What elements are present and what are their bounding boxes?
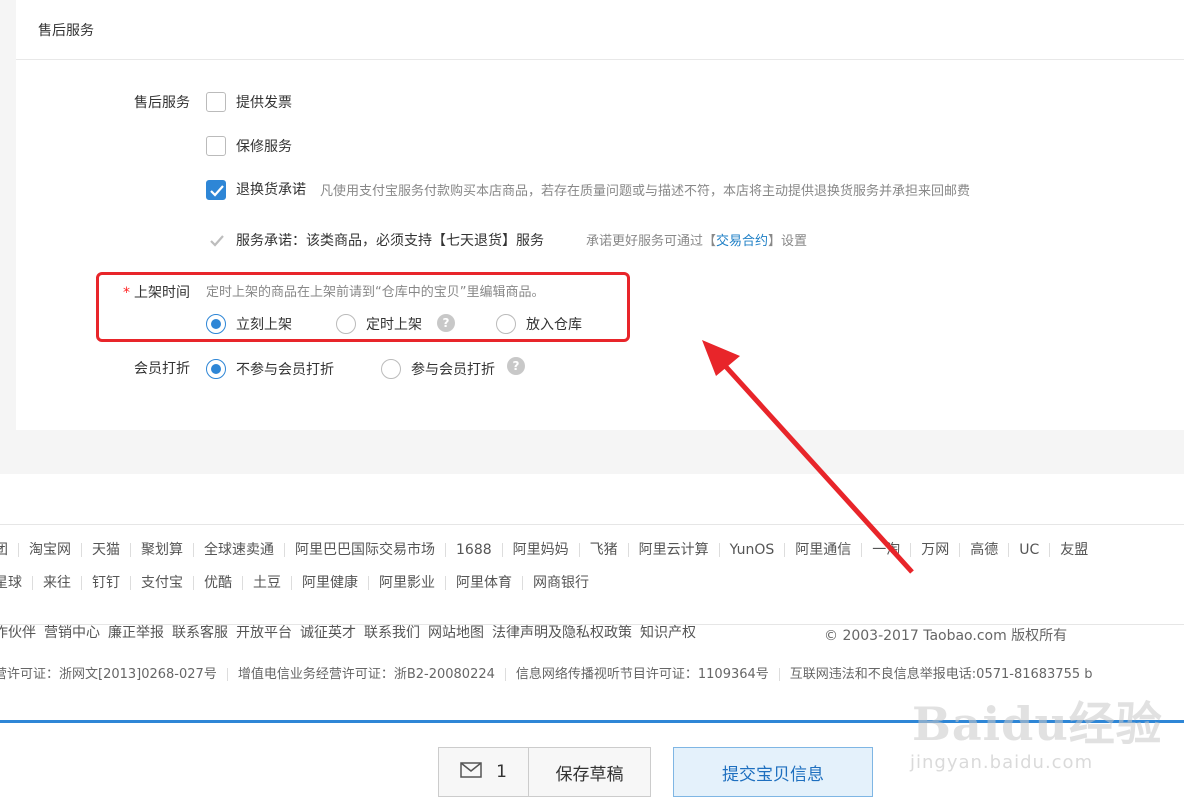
footer-divider (0, 524, 1184, 525)
baidu-watermark: Baidu经验 jingyan.baidu.com (904, 680, 1164, 790)
footer-link[interactable]: 阿里健康 (292, 576, 369, 590)
card-title: 售后服务 (38, 23, 94, 39)
footer-link[interactable]: 支付宝 (131, 576, 194, 590)
list-now-label: 立刻上架 (236, 317, 292, 333)
footer-link[interactable]: 淘宝网 (19, 543, 82, 557)
check-icon (210, 235, 224, 247)
service-promise-desc: 承诺更好服务可通过【交易合约】设置 (586, 230, 807, 249)
footer-link[interactable]: 知识产权 (636, 626, 700, 640)
service-promise-checkbox (206, 230, 226, 250)
mail-icon (460, 761, 482, 783)
radio-warehouse[interactable] (496, 314, 516, 334)
footer-link[interactable]: YunOS (720, 543, 786, 557)
footer-link[interactable]: 阿里云计算 (629, 543, 720, 557)
footer-link[interactable]: 廉正举报 (104, 626, 168, 640)
footer-link[interactable]: 阿里妈妈 (503, 543, 580, 557)
footer-link[interactable]: 团 (0, 543, 19, 557)
footer-link[interactable]: UC (1009, 543, 1051, 557)
footer-link[interactable]: 阿里影业 (369, 576, 446, 590)
footer-link[interactable]: 1688 (446, 543, 503, 557)
no-discount-label: 不参与会员打折 (236, 362, 334, 378)
warehouse-label: 放入仓库 (526, 317, 582, 333)
help-icon[interactable]: ? (507, 357, 525, 375)
license-text: 增值电信业务经营许可证：浙B2-20080224 (228, 668, 506, 681)
return-promise-label: 退换货承诺 (236, 182, 306, 198)
watermark-url: jingyan.baidu.com (910, 752, 1094, 773)
service-promise-label: 服务承诺：该类商品，必须支持【七天退货】服务 (236, 233, 544, 249)
footer-link[interactable]: 阿里体育 (446, 576, 523, 590)
listing-time-label-text: 上架时间 (134, 285, 190, 301)
footer-links-row-3: 作伙伴 营销中心 廉正举报 联系客服 开放平台 诚征英才 联系我们 网站地图 法… (0, 626, 700, 640)
radio-scheduled[interactable] (336, 314, 356, 334)
warranty-checkbox[interactable] (206, 136, 226, 156)
footer-link[interactable]: 一淘 (862, 543, 912, 557)
copyright: © 2003-2017 Taobao.com 版权所有 (824, 628, 1068, 644)
footer-link[interactable]: 天猫 (82, 543, 131, 557)
return-promise-desc: 凡使用支付宝服务付款购买本店商品，若存在质量问题或与描述不符，本店将主动提供退换… (320, 184, 971, 199)
footer-link[interactable]: 开放平台 (232, 626, 296, 640)
discount-label: 参与会员打折 (411, 362, 495, 378)
footer-link[interactable]: 高德 (960, 543, 1010, 557)
footer-link[interactable]: 土豆 (243, 576, 292, 590)
submit-button[interactable]: 提交宝贝信息 (673, 747, 873, 797)
card-header: 售后服务 (16, 0, 1184, 60)
radio-discount[interactable] (381, 359, 401, 379)
footer-links-row-2: 星球 来往 钉钉 支付宝 优酷 土豆 阿里健康 阿里影业 阿里体育 网商银行 (0, 576, 599, 590)
footer-link[interactable]: 法律声明及隐私权政策 (488, 626, 636, 640)
footer-link[interactable]: 聚划算 (131, 543, 194, 557)
save-draft-button[interactable]: 保存草稿 (528, 747, 651, 797)
page: 售后服务 售后服务 提供发票 保修服务 退换货承诺 凡使用支付宝服务付款购买本店… (0, 0, 1184, 804)
member-discount-label: 会员打折 (134, 361, 190, 377)
scheduled-label: 定时上架 (366, 317, 422, 333)
promise-desc-prefix: 承诺更好服务可通过【 (586, 234, 717, 249)
footer-link[interactable]: 钉钉 (82, 576, 131, 590)
radio-no-discount[interactable] (206, 359, 226, 379)
message-count: 1 (496, 762, 507, 782)
after-sales-label: 售后服务 (134, 95, 190, 111)
listing-time-label: * 上架时间 (70, 282, 190, 302)
footer-link[interactable]: 阿里巴巴国际交易市场 (285, 543, 446, 557)
required-mark: * (123, 285, 130, 301)
footer-link[interactable]: 优酷 (194, 576, 243, 590)
invoice-checkbox[interactable] (206, 92, 226, 112)
promise-desc-suffix: 】设置 (768, 234, 808, 249)
footer-link[interactable]: 联系客服 (168, 626, 232, 640)
footer-link[interactable]: 飞猪 (580, 543, 629, 557)
footer-link[interactable]: 万网 (911, 543, 961, 557)
warranty-option-label: 保修服务 (236, 139, 292, 155)
listing-time-hint: 定时上架的商品在上架前请到“仓库中的宝贝”里编辑商品。 (206, 285, 545, 300)
footer-link[interactable]: 阿里通信 (785, 543, 863, 557)
footer-link[interactable]: 友盟 (1050, 543, 1098, 557)
footer-link[interactable]: 星球 (0, 576, 33, 590)
after-sales-card: 售后服务 (16, 0, 1184, 430)
return-promise-checkbox[interactable] (206, 180, 226, 200)
invoice-option-label: 提供发票 (236, 95, 292, 111)
trade-contract-link[interactable]: 交易合约 (716, 234, 768, 249)
footer-link[interactable]: 作伙伴 (0, 626, 40, 640)
footer-link[interactable]: 来往 (33, 576, 82, 590)
footer-link[interactable]: 诚征英才 (296, 626, 360, 640)
footer-link[interactable]: 联系我们 (360, 626, 424, 640)
license-text: 营许可证：浙网文[2013]0268-027号 (0, 668, 228, 681)
footer-link[interactable]: 网站地图 (424, 626, 488, 640)
message-button[interactable]: 1 (438, 747, 529, 797)
license-text: 信息网络传播视听节目许可证：1109364号 (506, 668, 780, 681)
check-icon (210, 185, 224, 197)
help-icon[interactable]: ? (437, 314, 455, 332)
footer-link[interactable]: 全球速卖通 (194, 543, 285, 557)
footer-link[interactable]: 网商银行 (523, 576, 599, 590)
watermark-text: Baidu经验 (912, 697, 1163, 751)
footer-links-row-1: 团 淘宝网 天猫 聚划算 全球速卖通 阿里巴巴国际交易市场 1688 阿里妈妈 … (0, 543, 1098, 557)
radio-list-now[interactable] (206, 314, 226, 334)
footer-link[interactable]: 营销中心 (40, 626, 104, 640)
